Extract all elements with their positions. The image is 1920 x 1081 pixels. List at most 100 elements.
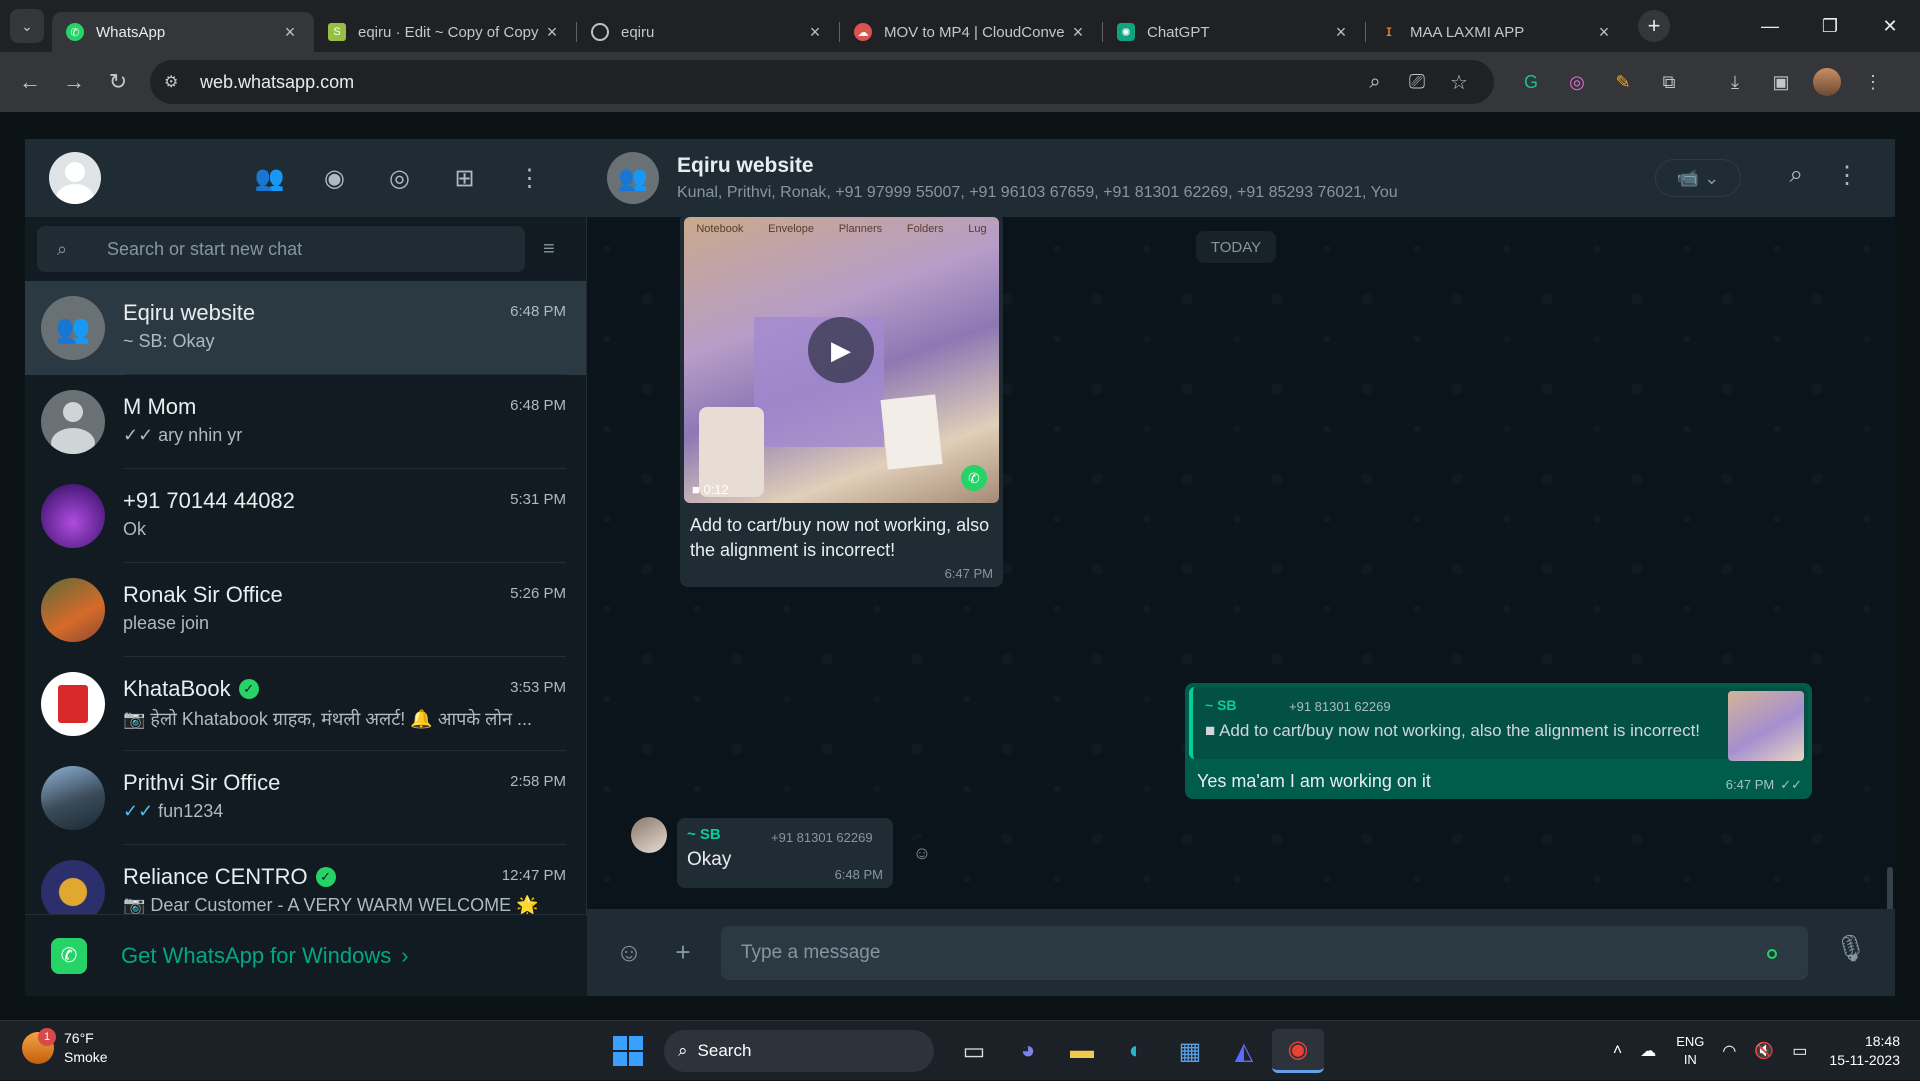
url-text[interactable]: web.whatsapp.com xyxy=(200,72,1354,93)
contact-avatar xyxy=(41,578,105,642)
store-icon[interactable]: ▦ xyxy=(1164,1029,1216,1073)
quoted-message[interactable]: ~ SB +91 81301 62269 ■ Add to cart/buy n… xyxy=(1189,687,1808,759)
microphone-icon[interactable]: 🎙 xyxy=(1834,933,1867,964)
sender-phone: +91 81301 62269 xyxy=(771,830,873,845)
tab-whatsapp[interactable]: ✆ WhatsApp × xyxy=(52,12,314,52)
side-panel-icon[interactable]: ▣ xyxy=(1758,72,1804,93)
menu-icon[interactable]: ⋮ xyxy=(1835,161,1859,190)
video-message[interactable]: Notebook Envelope Planners Folders Lug ▶… xyxy=(680,213,1003,587)
tab-chatgpt[interactable]: ✺ ChatGPT × xyxy=(1103,12,1365,52)
chat-item-ronak-sir-office[interactable]: Ronak Sir Office please join 5:26 PM xyxy=(25,563,586,657)
chat-preview: Dear Customer - A VERY WARM WELCOME 🌟 xyxy=(150,895,538,915)
camera-icon: 📷 xyxy=(123,709,150,729)
site-info-icon[interactable]: ⚙ xyxy=(164,72,186,92)
search-icon[interactable]: ⌕ xyxy=(1790,161,1803,189)
contact-avatar xyxy=(41,484,105,548)
outgoing-reply-message[interactable]: ~ SB +91 81301 62269 ■ Add to cart/buy n… xyxy=(1185,683,1812,799)
emoji-icon[interactable]: ☺ xyxy=(607,937,651,968)
play-icon[interactable]: ▶ xyxy=(808,317,874,383)
menu-icon[interactable]: ⋮ xyxy=(497,164,562,193)
close-tab-icon[interactable]: × xyxy=(1594,22,1614,43)
video-call-button[interactable]: 📹 ⌄ xyxy=(1655,159,1741,197)
close-tab-icon[interactable]: × xyxy=(1331,22,1351,43)
chat-preview: ~ SB: Okay xyxy=(123,331,553,352)
chat-item-prithvi-sir-office[interactable]: Prithvi Sir Office ✓✓ fun1234 2:58 PM xyxy=(25,751,586,845)
restore-icon[interactable]: ❐ xyxy=(1800,0,1860,52)
tab-title: eqiru xyxy=(621,24,805,41)
incoming-message[interactable]: ~ SB +91 81301 62269 Okay 6:48 PM xyxy=(677,818,893,888)
tab-eqiru[interactable]: eqiru × xyxy=(577,12,839,52)
clock[interactable]: 18:4815-11-2023 xyxy=(1829,1032,1900,1070)
grammarly-indicator-icon[interactable] xyxy=(1767,949,1777,959)
file-explorer-icon[interactable]: ▬ xyxy=(1056,1029,1108,1073)
chat-item-m-mom[interactable]: M Mom ✓✓ ary nhin yr 6:48 PM xyxy=(25,375,586,469)
profile-avatar[interactable] xyxy=(1804,68,1850,96)
install-app-icon[interactable]: ⎚ xyxy=(1396,71,1438,94)
conversation-title[interactable]: Eqiru website xyxy=(677,154,1398,178)
react-emoji-icon[interactable]: ☺ xyxy=(907,838,937,868)
video-thumbnail[interactable]: Notebook Envelope Planners Folders Lug ▶… xyxy=(684,217,999,503)
verified-icon: ✓ xyxy=(239,679,259,699)
bookmark-star-icon[interactable]: ☆ xyxy=(1438,70,1480,95)
close-tab-icon[interactable]: × xyxy=(280,22,300,43)
channels-icon[interactable]: ◎ xyxy=(367,164,432,193)
start-button[interactable] xyxy=(606,1029,650,1073)
zoom-icon[interactable]: ⌕ xyxy=(1354,71,1396,94)
browser-tab-bar: ⌄ ✆ WhatsApp × S eqiru · Edit ~ Copy of … xyxy=(0,0,1920,52)
double-check-icon: ✓✓ xyxy=(123,425,158,445)
promo-text[interactable]: Get WhatsApp for Windows xyxy=(121,943,391,969)
forward-icon[interactable]: → xyxy=(56,64,92,100)
communities-icon[interactable]: 👥 xyxy=(237,164,302,193)
back-icon[interactable]: ← xyxy=(12,64,48,100)
chrome-icon[interactable]: ◉ xyxy=(1272,1029,1324,1073)
taskbar-search[interactable]: ⌕Search xyxy=(664,1030,934,1072)
get-whatsapp-promo[interactable]: ✆ Get WhatsApp for Windows › xyxy=(25,914,587,996)
extensions-icon[interactable]: ⧉ xyxy=(1646,72,1692,93)
wifi-icon[interactable]: ◠ xyxy=(1722,1041,1736,1061)
tab-maa-laxmi[interactable]: ɪ MAA LAXMI APP × xyxy=(1366,12,1628,52)
conversation-header[interactable]: 👥 Eqiru website Kunal, Prithvi, Ronak, +… xyxy=(587,139,1895,217)
mute-icon[interactable]: 🔇 xyxy=(1754,1041,1774,1061)
chat-item-reliance-centro[interactable]: Reliance CENTRO✓ 📷 Dear Customer - A VER… xyxy=(25,845,586,915)
close-window-icon[interactable]: ✕ xyxy=(1860,0,1920,52)
chat-time: 5:31 PM xyxy=(510,491,566,508)
new-chat-icon[interactable]: ⊞ xyxy=(432,164,497,193)
close-tab-icon[interactable]: × xyxy=(542,22,562,43)
search-input[interactable]: ⌕ Search or start new chat xyxy=(37,226,525,272)
chat-item-phone-70144[interactable]: +91 70144 44082 Ok 5:31 PM xyxy=(25,469,586,563)
tab-cloudconvert[interactable]: ☁ MOV to MP4 | CloudConve × xyxy=(840,12,1102,52)
onedrive-icon[interactable]: ☁ xyxy=(1640,1041,1656,1061)
new-tab-button[interactable]: + xyxy=(1638,10,1670,42)
address-bar[interactable]: ⚙ web.whatsapp.com ⌕ ⎚ ☆ xyxy=(150,60,1494,104)
filter-icon[interactable]: ≡ xyxy=(543,238,555,261)
my-avatar[interactable] xyxy=(49,152,101,204)
status-icon[interactable]: ◉ xyxy=(302,164,367,193)
chevron-up-icon[interactable]: ˄ xyxy=(1613,1042,1622,1060)
grammarly-icon[interactable]: G xyxy=(1508,72,1554,93)
pen-extension-icon[interactable]: ✎ xyxy=(1600,72,1646,93)
browser-menu-icon[interactable]: ⋮ xyxy=(1850,72,1896,93)
color-extension-icon[interactable]: ◎ xyxy=(1554,72,1600,93)
weather-widget[interactable]: 1 76°FSmoke xyxy=(22,1029,108,1067)
teams-chat-icon[interactable]: ◕ xyxy=(1002,1029,1054,1073)
close-tab-icon[interactable]: × xyxy=(1068,22,1088,43)
message-input[interactable] xyxy=(721,926,1808,980)
chat-time: 12:47 PM xyxy=(502,867,566,884)
tab-eqiru-edit[interactable]: S eqiru · Edit ~ Copy of Copy × xyxy=(314,12,576,52)
app-icon[interactable]: ◭ xyxy=(1218,1029,1270,1073)
download-icon[interactable]: ⤓ xyxy=(1712,72,1758,93)
chat-item-khatabook[interactable]: KhataBook✓ 📷 हेलो Khatabook ग्राहक, मंथल… xyxy=(25,657,586,751)
reload-icon[interactable]: ↻ xyxy=(100,64,136,100)
language-indicator[interactable]: ENGIN xyxy=(1676,1033,1704,1069)
group-avatar[interactable]: 👥 xyxy=(607,152,659,204)
chat-time: 6:48 PM xyxy=(510,303,566,320)
sender-avatar[interactable] xyxy=(631,817,667,853)
close-tab-icon[interactable]: × xyxy=(805,22,825,43)
tab-search-button[interactable]: ⌄ xyxy=(10,9,44,43)
battery-icon[interactable]: ▭ xyxy=(1792,1041,1807,1061)
chat-item-eqiru-website[interactable]: 👥 Eqiru website ~ SB: Okay 6:48 PM xyxy=(25,281,586,375)
task-view-icon[interactable]: ▭ xyxy=(948,1029,1000,1073)
attach-plus-icon[interactable]: + xyxy=(661,937,705,968)
edge-icon[interactable]: ◐ xyxy=(1110,1029,1162,1073)
minimize-icon[interactable]: — xyxy=(1740,0,1800,52)
